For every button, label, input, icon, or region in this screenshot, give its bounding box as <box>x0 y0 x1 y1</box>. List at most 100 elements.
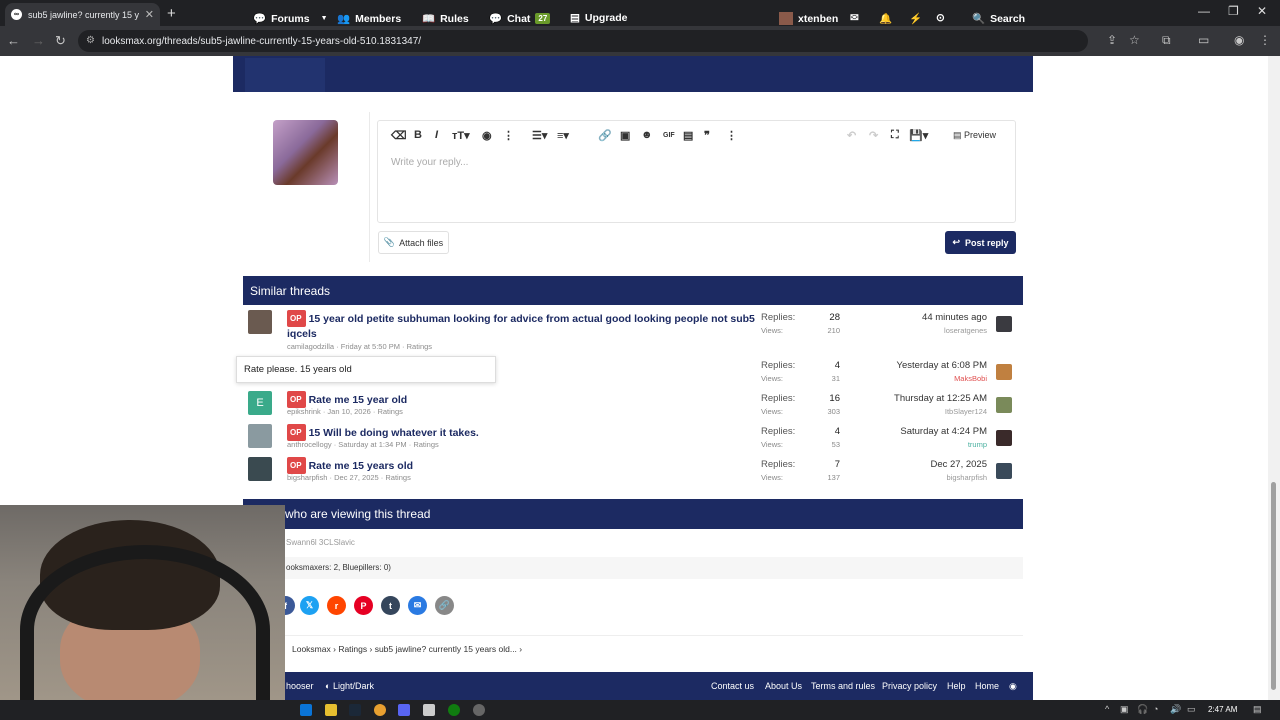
last-poster-avatar[interactable] <box>996 397 1012 413</box>
last-poster[interactable]: loseratgenes <box>944 326 987 335</box>
align-icon[interactable]: ≡▾ <box>557 129 569 142</box>
wifi-icon[interactable]: ◔ <box>1153 704 1158 714</box>
footer-link[interactable]: Help <box>947 681 966 691</box>
last-post-date[interactable]: Dec 27, 2025 <box>930 459 987 470</box>
last-poster-avatar[interactable] <box>996 430 1012 446</box>
nav-forums[interactable]: 💬 Forums ▼ <box>253 12 328 26</box>
list-icon[interactable]: ☰▾ <box>532 129 547 142</box>
restore-icon[interactable]: ❐ <box>1228 4 1239 18</box>
forward-icon[interactable]: → <box>32 33 45 48</box>
more-icon[interactable]: ⋮ <box>726 129 737 142</box>
bolt-icon[interactable]: ⚡ <box>909 12 922 25</box>
breadcrumb-item[interactable]: Ratings <box>338 644 367 654</box>
obs-icon[interactable] <box>473 704 485 716</box>
browser-tab[interactable]: ∞ sub5 jawline? currently 15 years ✕ <box>5 3 160 26</box>
last-poster-avatar[interactable] <box>996 463 1012 479</box>
scrollbar-thumb[interactable] <box>1271 482 1276 690</box>
breadcrumb-item[interactable]: sub5 jawline? currently 15 years old... <box>375 644 517 654</box>
email-share-icon[interactable]: ✉ <box>408 596 427 615</box>
headset-icon[interactable]: 🎧 <box>1137 704 1148 715</box>
thread-row[interactable]: E OP Rate me 15 year old epikshrink · Jan… <box>243 391 1023 424</box>
thread-row[interactable]: OP Rate me 15 years old bigsharpfish · De… <box>243 457 1023 490</box>
attach-files-button[interactable]: 📎 Attach files <box>378 231 449 254</box>
more-icon[interactable]: ⋮ <box>503 129 514 142</box>
thread-avatar[interactable] <box>248 457 272 481</box>
taskbar-clock[interactable]: 2:47 AM <box>1208 705 1237 714</box>
save-draft-icon[interactable]: 💾▾ <box>909 129 928 142</box>
gif-icon[interactable]: GIF <box>663 132 675 139</box>
last-post-date[interactable]: Thursday at 12:25 AM <box>894 393 987 404</box>
bell-icon[interactable]: 🔔 <box>879 12 892 25</box>
pinterest-share-icon[interactable]: P <box>354 596 373 615</box>
taskbar-app-icon[interactable] <box>300 704 312 716</box>
speaker-icon[interactable]: 🔊 <box>1170 704 1181 715</box>
thread-title[interactable]: OP 15 Will be doing whatever it takes. <box>287 424 757 441</box>
inbox-icon[interactable]: ✉ <box>850 12 859 24</box>
last-poster[interactable]: MaksBobi <box>954 374 987 383</box>
minimize-icon[interactable]: — <box>1198 4 1210 18</box>
address-bar[interactable]: ⚙ looksmax.org/threads/sub5-jawline-curr… <box>78 30 1088 52</box>
back-icon[interactable]: ← <box>7 33 20 48</box>
link-icon[interactable]: 🔗 <box>598 129 612 142</box>
style-chooser-link[interactable]: hooser <box>286 681 314 691</box>
nav-rules[interactable]: 📖 Rules <box>422 12 469 26</box>
link-share-icon[interactable]: 🔗 <box>435 596 454 615</box>
last-post-date[interactable]: 44 minutes ago <box>922 312 987 323</box>
tray-chevron-icon[interactable]: ^ <box>1105 704 1109 714</box>
tray-app-icon[interactable]: ▣ <box>1120 704 1129 715</box>
last-post-date[interactable]: Saturday at 4:24 PM <box>900 426 987 437</box>
close-tab-icon[interactable]: ✕ <box>145 8 154 21</box>
toggle-icon[interactable]: ⊙ <box>936 12 945 24</box>
steam-icon[interactable] <box>349 704 361 716</box>
thread-avatar[interactable]: E <box>248 391 272 415</box>
taskbar-app-icon[interactable] <box>325 704 337 716</box>
rss-icon[interactable]: ◉ <box>1009 681 1017 692</box>
tumblr-share-icon[interactable]: t <box>381 596 400 615</box>
last-post-date[interactable]: Yesterday at 6:08 PM <box>897 360 987 371</box>
thread-title[interactable]: OP 15 year old petite subhuman looking fo… <box>287 310 757 342</box>
menu-icon[interactable]: ⋮ <box>1259 33 1271 47</box>
eraser-icon[interactable]: ⌫ <box>391 129 407 142</box>
fullscreen-icon[interactable]: ⛶ <box>891 129 899 142</box>
image-icon[interactable]: ▣ <box>620 129 630 142</box>
chrome-icon[interactable] <box>374 704 386 716</box>
last-poster-avatar[interactable] <box>996 364 1012 380</box>
twitter-share-icon[interactable]: 𝕏 <box>300 596 319 615</box>
xbox-icon[interactable] <box>448 704 460 716</box>
thread-title[interactable]: OP Rate me 15 years old <box>287 457 757 474</box>
nav-user[interactable]: xtenben <box>779 12 838 25</box>
taskbar-app-icon[interactable] <box>423 704 435 716</box>
last-poster-avatar[interactable] <box>996 316 1012 332</box>
viewers-list[interactable]: Swann6l 3CLSlavic <box>286 538 355 547</box>
thread-avatar[interactable] <box>248 424 272 448</box>
last-poster[interactable]: trump <box>968 440 987 449</box>
thread-row[interactable]: OP 15 Will be doing whatever it takes. an… <box>243 424 1023 457</box>
nav-search[interactable]: 🔍 Search <box>972 12 1025 26</box>
footer-link[interactable]: Home <box>975 681 999 691</box>
discord-icon[interactable] <box>398 704 410 716</box>
notifications-icon[interactable]: ▤ <box>1253 704 1262 715</box>
close-window-icon[interactable]: ✕ <box>1257 4 1267 18</box>
reddit-share-icon[interactable]: r <box>327 596 346 615</box>
site-info-icon[interactable]: ⚙ <box>86 35 95 46</box>
bookmark-star-icon[interactable]: ☆ <box>1129 33 1140 47</box>
reload-icon[interactable]: ↻ <box>55 33 66 49</box>
extensions-icon[interactable]: ⧉ <box>1162 33 1171 48</box>
thread-row[interactable]: OP 15 year old petite subhuman looking fo… <box>243 310 1023 351</box>
text-size-icon[interactable]: тT▾ <box>452 129 470 142</box>
preview-button[interactable]: ▤ Preview <box>953 130 996 141</box>
redo-icon[interactable]: ↷ <box>869 129 878 142</box>
thread-title[interactable]: OP Rate me 15 year old <box>287 391 757 408</box>
footer-link[interactable]: Privacy policy <box>882 681 937 691</box>
nav-members[interactable]: 👥 Members <box>337 12 401 26</box>
install-icon[interactable]: ⇪ <box>1107 33 1117 47</box>
smiley-icon[interactable]: ☻ <box>641 129 653 141</box>
palette-icon[interactable]: ◉ <box>482 129 492 142</box>
breadcrumb-item[interactable]: Looksmax <box>292 644 331 654</box>
footer-link[interactable]: Contact us <box>711 681 754 691</box>
last-poster[interactable]: ItbSlayer124 <box>945 407 987 416</box>
new-tab-icon[interactable]: + <box>167 5 176 22</box>
footer-link[interactable]: About Us <box>765 681 802 691</box>
undo-icon[interactable]: ↶ <box>847 129 856 142</box>
light-dark-toggle[interactable]: ◐ Light/Dark <box>325 681 374 691</box>
